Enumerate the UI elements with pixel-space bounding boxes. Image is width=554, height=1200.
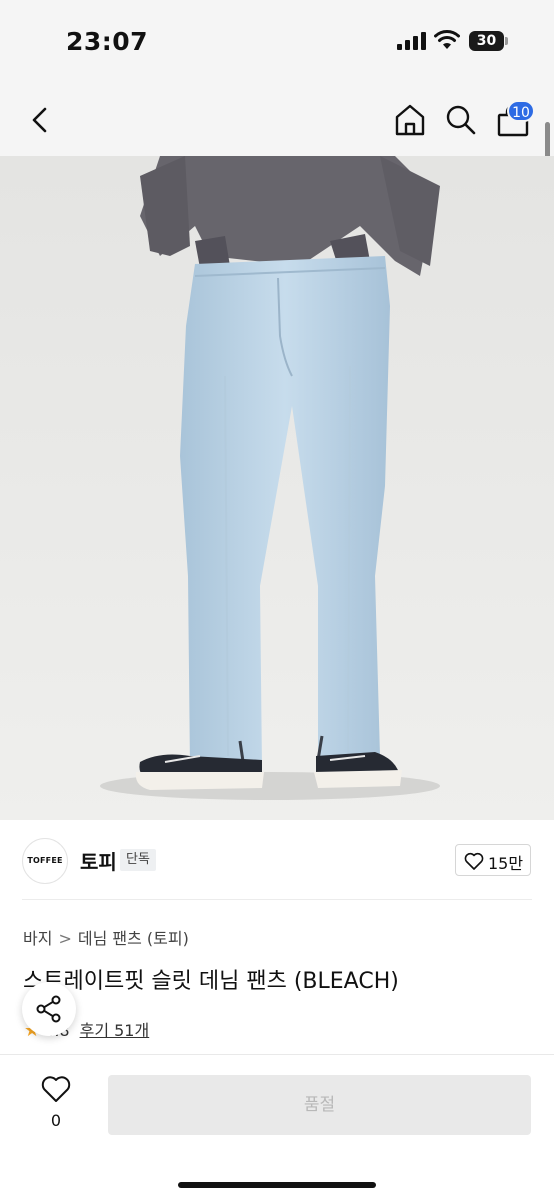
heart-icon — [41, 1076, 71, 1102]
exclusive-badge: 단독 — [120, 849, 156, 871]
soldout-button[interactable]: 품절 — [108, 1075, 531, 1135]
brand-row[interactable]: TOFFEE 토피 단독 15만 — [0, 820, 554, 900]
wishlist-button[interactable]: 0 — [36, 1075, 76, 1135]
status-bar: 23:07 30 — [0, 0, 554, 86]
status-time: 23:07 — [66, 27, 149, 56]
product-title: 스트레이트핏 슬릿 데님 팬츠 (BLEACH) — [23, 969, 399, 994]
breadcrumb-item-subcategory[interactable]: 데님 팬츠 (토피) — [78, 929, 189, 948]
home-indicator — [178, 1182, 376, 1188]
product-page: 23:07 30 10 TOFFEE 토피 단독 15만 바지 > 데님 팬츠 … — [0, 0, 554, 1200]
app-header: 10 — [0, 86, 554, 156]
product-photo-illustration — [0, 156, 554, 820]
brand-like-button[interactable]: 15만 — [455, 844, 531, 876]
brand-name[interactable]: 토피 — [80, 846, 117, 875]
cart-count-badge: 10 — [507, 100, 535, 122]
back-chevron-icon[interactable] — [26, 104, 56, 136]
chevron-right-icon: > — [58, 929, 72, 948]
cellular-signal-icon — [397, 32, 426, 50]
bottom-action-bar: 0 품절 — [0, 1054, 554, 1200]
reviews-link[interactable]: 후기 51개 — [80, 1021, 150, 1040]
search-icon[interactable] — [445, 104, 477, 136]
heart-icon — [464, 852, 484, 870]
breadcrumb-item-category[interactable]: 바지 — [23, 929, 52, 948]
brand-logo[interactable]: TOFFEE — [22, 838, 68, 884]
battery-icon: 30 — [469, 31, 509, 51]
brand-like-count: 15만 — [488, 854, 524, 873]
home-icon[interactable] — [393, 103, 427, 137]
battery-level: 30 — [476, 33, 497, 49]
wifi-icon — [434, 30, 460, 49]
share-icon — [36, 995, 61, 1023]
breadcrumb: 바지 > 데님 팬츠 (토피) — [23, 925, 189, 949]
divider — [22, 899, 532, 900]
product-image[interactable] — [0, 156, 554, 820]
wishlist-count: 0 — [50, 1111, 62, 1130]
share-button[interactable] — [22, 982, 76, 1036]
